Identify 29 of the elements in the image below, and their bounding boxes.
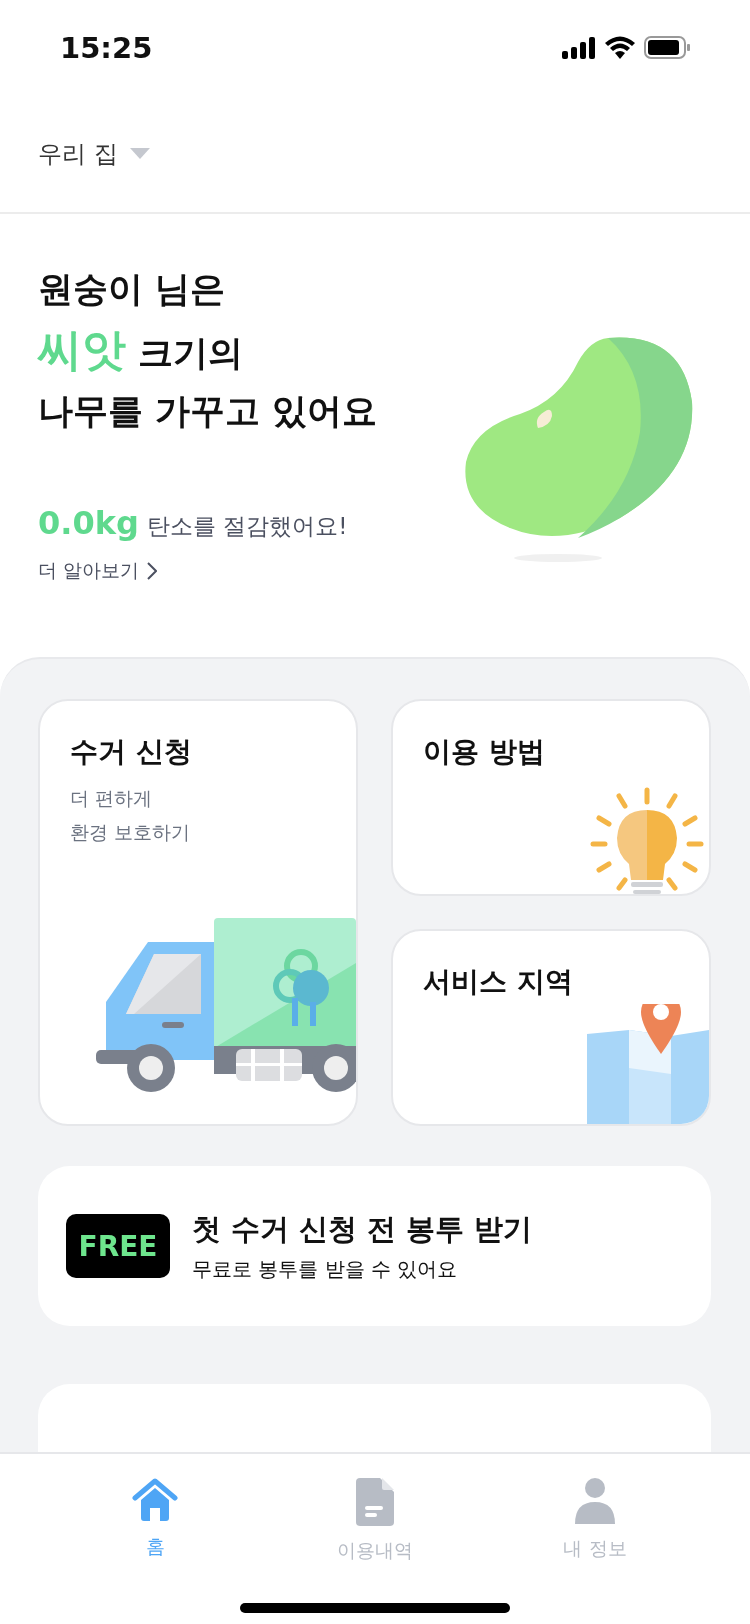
wifi-icon (604, 36, 636, 59)
status-time: 15:25 (60, 30, 153, 65)
free-badge: FREE (66, 1214, 170, 1278)
card-subtitle: 더 편하게 (70, 786, 153, 811)
level-name: 씨앗 (38, 323, 126, 377)
battery-icon (644, 36, 690, 59)
card-title: 서비스 지역 (423, 964, 574, 1000)
carbon-amount: 0.0kg (38, 504, 139, 542)
card-title: 수거 신청 (70, 734, 193, 770)
promo-subtitle: 무료로 봉투를 받을 수 있어요 (192, 1255, 458, 1283)
learn-more-link[interactable]: 더 알아보기 (38, 558, 158, 584)
home-icon (131, 1478, 179, 1522)
promo-title: 첫 수거 신청 전 봉투 받기 (192, 1210, 533, 1248)
person-icon (575, 1478, 615, 1524)
hero-text: 나무를 가꾸고 있어요 (38, 390, 378, 433)
promo-card[interactable]: FREE 첫 수거 신청 전 봉투 받기 무료로 봉투를 받을 수 있어요 (38, 1166, 711, 1326)
menu-card[interactable]: 수거 신청 더 편하게 환경 보호하기 (38, 699, 358, 1126)
document-icon (356, 1478, 394, 1526)
menu-card[interactable]: 이용 방법 (391, 699, 711, 896)
menu-card[interactable]: 서비스 지역 (391, 929, 711, 1126)
signal-icon (562, 36, 596, 59)
card-title: 이용 방법 (423, 734, 546, 770)
card-subtitle: 환경 보호하기 (70, 820, 191, 845)
location-selector[interactable]: 우리 집 (38, 137, 118, 170)
carbon-text: 탄소를 절감했어요! (146, 512, 348, 541)
hero-greeting: 원숭이 님은 (38, 268, 226, 311)
dropdown-caret-icon[interactable] (129, 147, 150, 160)
hero-text: 크기의 (138, 332, 243, 375)
chevron-right-icon (147, 562, 158, 580)
